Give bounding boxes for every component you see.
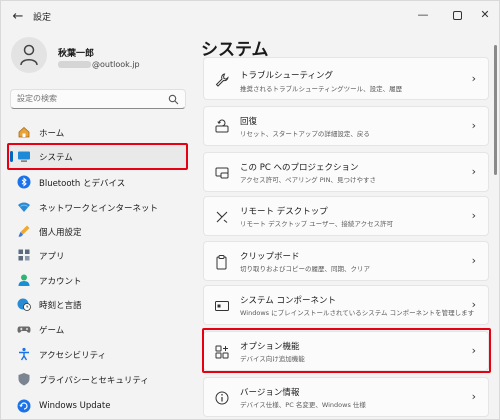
clipboard-icon [216,255,227,270]
email-redaction [58,61,91,68]
card-projection[interactable]: この PC へのプロジェクション アクセス許可、ペアリング PIN、見つけやすさ… [203,152,489,192]
home-icon [18,126,30,138]
sidebar-item-accessibility[interactable]: アクセシビリティ [7,342,188,366]
card-description: リモート デスクトップ ユーザー、接続アクセス許可 [240,220,394,228]
title-bar: ← 設定 — ✕ [1,1,500,33]
update-icon [17,399,31,413]
user-email: @outlook.jp [58,60,140,70]
card-clipboard[interactable]: クリップボード 切り取りおよびコピーの履歴、同期、クリア › [203,241,489,281]
sidebar-item-windows-update[interactable]: Windows Update [7,394,188,418]
card-title: トラブルシューティング [240,71,333,81]
sidebar-item-label: ネットワークとインターネット [39,204,159,214]
system-components-icon [215,301,229,311]
gamepad-icon [17,326,31,333]
card-title: クリップボード [240,252,300,262]
sidebar-item-label: 時刻と言語 [39,301,82,311]
sidebar-item-network[interactable]: ネットワークとインターネット [7,195,188,219]
chevron-right-icon: › [471,254,476,267]
apps-icon [18,249,30,261]
recovery-icon [215,119,229,133]
sidebar-item-accounts[interactable]: アカウント [7,268,188,292]
chevron-right-icon: › [471,165,476,178]
app-title: 設定 [33,13,52,23]
shield-icon [18,373,30,386]
email-suffix: @outlook.jp [92,60,140,69]
account-icon [18,274,30,286]
maximize-button[interactable] [443,3,471,27]
user-name: 秋葉一郎 [58,49,95,59]
card-title: リモート デスクトップ [240,207,328,217]
card-description: アクセス許可、ペアリング PIN、見つけやすさ [240,176,376,184]
avatar[interactable] [11,37,47,73]
sidebar-item-label: アクセシビリティ [39,351,107,361]
wrench-icon [215,73,229,87]
card-description: デバイス仕様、PC 名変更、Windows 仕様 [240,401,366,409]
card-troubleshoot[interactable]: トラブルシューティング 推奨されるトラブルシューティングツール、設定、履歴 › [203,57,489,100]
card-remote-desktop[interactable]: リモート デスクトップ リモート デスクトップ ユーザー、接続アクセス許可 › [203,196,489,236]
bluetooth-icon [17,175,31,189]
chevron-right-icon: › [471,119,476,132]
chevron-right-icon: › [471,390,476,403]
accessibility-icon [19,347,29,361]
sidebar-item-label: プライバシーとセキュリティ [39,376,149,386]
brush-icon [18,225,30,237]
projection-icon [215,167,229,179]
sidebar-item-label: Bluetooth とデバイス [39,179,126,189]
sidebar-item-label: Windows Update [39,401,111,411]
chevron-right-icon: › [471,298,476,311]
search-box[interactable] [10,89,186,109]
card-title: 回復 [240,117,258,127]
minimize-button[interactable]: — [409,3,437,27]
sidebar-item-home[interactable]: ホーム [7,120,188,144]
card-description: 推奨されるトラブルシューティングツール、設定、履歴 [240,85,403,93]
card-system-components[interactable]: システム コンポーネント Windows にプレインストールされているシステム … [203,285,489,325]
sidebar-item-privacy[interactable]: プライバシーとセキュリティ [7,367,188,391]
sidebar-item-label: ホーム [39,129,65,139]
search-icon [168,94,179,105]
card-description: 切り取りおよびコピーの履歴、同期、クリア [240,265,370,273]
card-description: Windows にプレインストールされているシステム コンポーネントを管理します [240,309,475,317]
card-title: この PC へのプロジェクション [240,163,359,173]
scrollbar[interactable] [494,45,497,175]
sidebar-item-apps[interactable]: アプリ [7,243,188,267]
person-icon [20,44,38,66]
card-about[interactable]: バージョン情報 デバイス仕様、PC 名変更、Windows 仕様 › [203,377,489,417]
globe-clock-icon [17,298,31,311]
remote-desktop-icon [216,211,228,223]
card-title: バージョン情報 [240,388,300,398]
wifi-icon [18,202,30,212]
card-title: システム コンポーネント [240,296,336,306]
highlight-optional-features [202,328,491,373]
chevron-right-icon: › [471,72,476,85]
sidebar-item-label: 個人用設定 [39,228,82,238]
sidebar-item-time-language[interactable]: 時刻と言語 [7,292,188,316]
highlight-system [7,143,188,170]
sidebar-item-label: ゲーム [39,326,65,336]
settings-window: ← 設定 — ✕ 秋葉一郎 @outlook.jp ホーム [0,0,500,420]
close-button[interactable]: ✕ [471,3,499,27]
back-arrow-icon[interactable]: ← [9,8,27,26]
card-recovery[interactable]: 回復 リセット、スタートアップの詳細設定、戻る › [203,106,489,146]
info-icon [215,391,229,405]
sidebar-item-personalization[interactable]: 個人用設定 [7,219,188,243]
sidebar-item-label: アプリ [39,252,65,262]
sidebar-item-label: アカウント [39,277,82,287]
chevron-right-icon: › [471,209,476,222]
sidebar-item-bluetooth[interactable]: Bluetooth とデバイス [7,170,188,194]
sidebar-item-gaming[interactable]: ゲーム [7,317,188,341]
card-description: リセット、スタートアップの詳細設定、戻る [240,130,370,138]
search-input[interactable] [17,94,157,103]
maximize-icon [452,10,462,20]
